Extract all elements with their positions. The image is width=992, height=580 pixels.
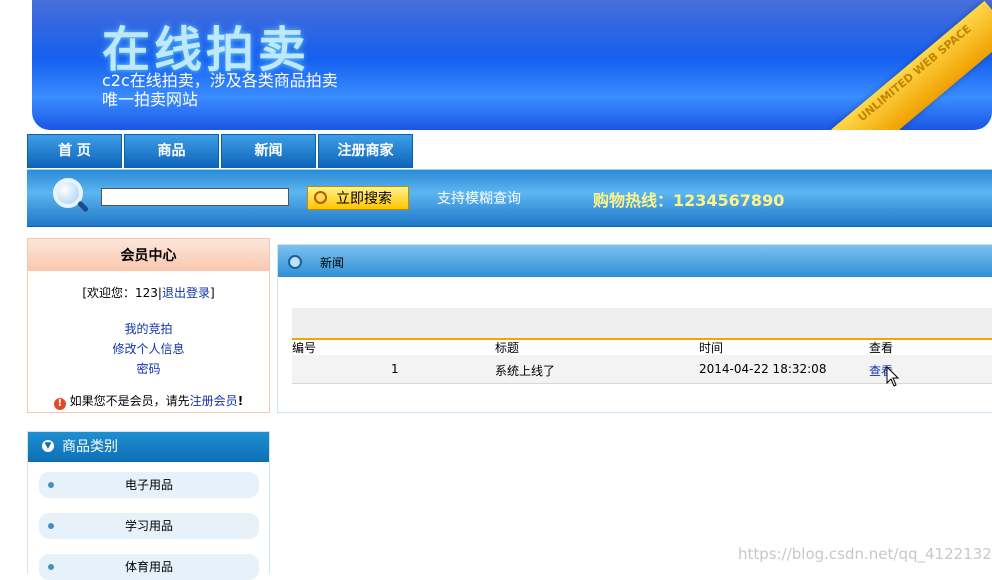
member-links: 我的竞拍 修改个人信息 密码 [28,319,269,379]
arrow-down-circle-icon: ▼ [42,440,54,452]
welcome-line: [欢迎您：123|退出登录] [28,284,269,301]
bullet-icon [48,564,54,570]
welcome-prefix: [欢迎您： [82,286,136,300]
warning-icon: ! [53,398,66,410]
table-toolbar [292,308,992,340]
column-header-title: 标题 [495,341,520,355]
category-item-label: 电子用品 [124,478,173,492]
news-panel: 新闻 编号 标题 时间 查看 1 系统上线了 2014-04-22 18:32:… [277,244,992,413]
my-bids-link[interactable]: 我的竞拍 [124,322,172,336]
nav-tab-register-merchant[interactable]: 注册商家 [318,134,413,168]
category-header: ▼ 商品类别 [28,432,269,462]
news-header: 新闻 [278,245,992,277]
watermark: https://blog.csdn.net/qq_41221322 [738,545,992,563]
bullet-icon [48,523,54,529]
logout-link[interactable]: 退出登录 [162,286,210,300]
site-banner: 在线拍卖 c2c在线拍卖，涉及各类商品拍卖 唯一拍卖网站 UNLIMITED W… [32,0,992,130]
category-title: 商品类别 [62,439,118,455]
column-header-time: 时间 [699,341,724,355]
bullet-icon [48,482,54,488]
shopping-hotline: 购物热线：1234567890 [593,191,785,210]
password-link[interactable]: 密码 [136,362,160,376]
category-item-label: 学习用品 [124,519,173,533]
column-header-id: 编号 [292,341,317,355]
search-button-label: 立即搜索 [336,191,392,207]
news-title: 新闻 [320,256,345,270]
welcome-suffix: ] [209,286,215,300]
cell-title: 系统上线了 [495,364,556,378]
category-item-study[interactable]: 学习用品 [39,513,259,539]
circle-icon [288,255,302,269]
fuzzy-search-note: 支持模糊查询 [437,191,521,207]
category-item-sports[interactable]: 体育用品 [39,554,259,580]
register-member-link[interactable]: 注册会员 [190,394,238,408]
edit-profile-link[interactable]: 修改个人信息 [112,342,184,356]
notice-prefix: 如果您不是会员，请先 [69,394,190,408]
nav-tab-news[interactable]: 新闻 [221,134,316,168]
member-center-panel: 会员中心 [欢迎您：123|退出登录] 我的竞拍 修改个人信息 密码 ! 如果您… [27,238,270,413]
member-center-title: 会员中心 [28,239,269,271]
nav-tab-products[interactable]: 商品 [124,134,219,168]
product-category-panel: ▼ 商品类别 电子用品 学习用品 体育用品 [27,431,270,580]
cell-id: 1 [391,362,399,376]
magnifier-icon [53,178,83,208]
mouse-cursor-icon [886,366,900,387]
category-item-label: 体育用品 [124,560,173,574]
search-input[interactable] [101,188,289,206]
cell-time: 2014-04-22 18:32:08 [699,362,827,376]
category-item-electronics[interactable]: 电子用品 [39,472,259,498]
notice-suffix: ! [237,394,244,408]
main-nav: 首 页 商品 新闻 注册商家 [27,134,415,169]
search-bar: 立即搜索 支持模糊查询 购物热线：1234567890 [27,169,992,227]
search-button[interactable]: 立即搜索 [307,186,409,210]
nav-tab-home[interactable]: 首 页 [27,134,122,168]
username: 123 [135,286,158,300]
column-header-view: 查看 [869,341,894,355]
register-notice: ! 如果您不是会员，请先注册会员! [28,392,269,410]
banner-tagline-2: 唯一拍卖网站 [102,90,199,109]
search-icon [314,191,327,204]
